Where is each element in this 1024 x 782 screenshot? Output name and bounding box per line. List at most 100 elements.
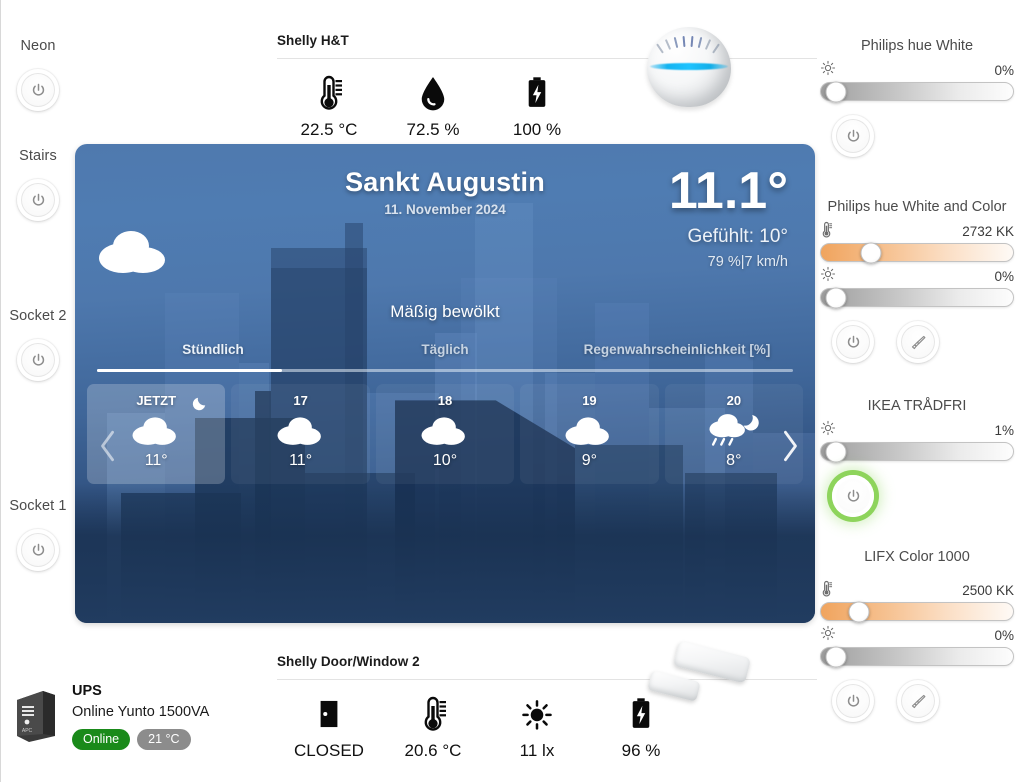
metric-value: 22.5 °C xyxy=(300,120,358,139)
moon-icon xyxy=(192,394,209,416)
metric-value: 100 % xyxy=(512,120,562,139)
status-badge: Online xyxy=(72,729,131,750)
shelly-door-window-panel: Shelly Door/Window 2 CLOSED 20.6 °C 11 l… xyxy=(277,640,817,761)
power-icon xyxy=(32,83,44,96)
light-group-philips-hue-white-and-color: Philips hue White and Color 2732 KK 0% xyxy=(810,198,1024,369)
tab-daily[interactable]: Täglich xyxy=(329,342,561,366)
panel-title: Shelly H&T xyxy=(277,33,349,48)
color-picker-button-lifx-color-1000[interactable] xyxy=(897,680,939,722)
ups-row: APC UPS Online Yunto 1500VA Online 21 °C xyxy=(13,682,263,750)
ups-info: UPS Online Yunto 1500VA Online 21 °C xyxy=(72,682,209,750)
slider-header: 0% xyxy=(820,60,1014,79)
light-group-buttons xyxy=(810,475,1024,523)
hour-label: 20 xyxy=(726,393,742,408)
power-icon xyxy=(847,489,859,502)
color-picker-button-philips-hue-white-and-color[interactable] xyxy=(897,321,939,363)
slider-knob[interactable] xyxy=(825,287,847,308)
metric-temperature: 20.6 °C xyxy=(381,686,485,761)
color-temp-slider[interactable] xyxy=(820,242,1014,263)
color-temp-value: 2732 KK xyxy=(962,224,1014,239)
sidebar-item-socket-1: Socket 1 xyxy=(1,498,75,571)
brightness-slider[interactable] xyxy=(820,441,1014,462)
tab-indicator xyxy=(97,369,793,372)
brightness-value: 0% xyxy=(994,269,1014,284)
sidebar-item-label: Neon xyxy=(20,38,56,54)
brightness-slider[interactable] xyxy=(820,287,1014,308)
sidebar-item-socket-2: Socket 2 xyxy=(1,308,75,381)
device-body xyxy=(647,27,731,107)
power-button-philips-hue-white[interactable] xyxy=(832,115,874,157)
color-temp-slider[interactable] xyxy=(820,601,1014,622)
ups-panel: APC UPS Online Yunto 1500VA Online 21 °C xyxy=(13,682,263,750)
sidebar-item-label: Stairs xyxy=(19,148,57,164)
power-button-ikea-tradfri[interactable] xyxy=(832,475,874,517)
power-button-neon[interactable] xyxy=(17,69,59,111)
light-group-buttons xyxy=(810,680,1024,728)
sun-lux-icon xyxy=(485,686,589,734)
slider-knob[interactable] xyxy=(860,242,882,263)
brightness-slider-block: 1% xyxy=(810,420,1024,462)
power-icon xyxy=(32,193,44,206)
chevron-right-icon[interactable] xyxy=(779,426,801,466)
brightness-slider[interactable] xyxy=(820,646,1014,667)
thermometer-icon xyxy=(277,65,381,113)
power-icon xyxy=(32,353,44,366)
brightness-slider-block: 0% xyxy=(810,60,1024,102)
sidebar-item-stairs: Stairs xyxy=(1,148,75,221)
cloud-icon xyxy=(95,224,181,281)
weather-card: Sankt Augustin 11. November 2024 11.1° G… xyxy=(75,144,815,623)
color-temp-slider-block: 2732 KK xyxy=(810,221,1024,263)
brightness-value: 1% xyxy=(994,423,1014,438)
metric-value: 72.5 % xyxy=(406,120,460,139)
chevron-left-icon[interactable] xyxy=(97,426,119,466)
hour-label: 18 xyxy=(437,393,453,408)
slider-header: 2500 KK xyxy=(820,579,1014,602)
ups-device-icon: APC xyxy=(13,686,59,742)
left-device-sidebar: Neon Stairs Socket 2 Socket 1 xyxy=(1,0,75,680)
power-button-philips-hue-white-and-color[interactable] xyxy=(832,321,874,363)
hour-label: 19 xyxy=(582,393,597,408)
light-group-title: Philips hue White and Color xyxy=(827,199,1007,215)
ups-model: Online Yunto 1500VA xyxy=(72,704,210,720)
metric-illuminance: 11 lx xyxy=(485,686,589,761)
light-group-title: IKEA TRÅDFRI xyxy=(867,398,967,414)
sensor-metrics: 22.5 °C 72.5 % 100 % xyxy=(277,65,817,140)
brightness-slider-block: 0% xyxy=(810,625,1024,667)
brightness-slider-block: 0% xyxy=(810,266,1024,308)
hour-temperature: 11° xyxy=(289,452,313,469)
light-group-title: LIFX Color 1000 xyxy=(864,549,970,565)
door-closed-icon xyxy=(277,686,381,734)
device-led-ring xyxy=(650,63,728,70)
light-group-ikea-tradfri: IKEA TRÅDFRI 1% xyxy=(810,397,1024,523)
cloud-icon xyxy=(520,408,658,452)
slider-knob[interactable] xyxy=(825,81,847,102)
brightness-icon xyxy=(820,420,836,441)
door-window-sensor-icon xyxy=(647,640,752,721)
color-temp-value: 2500 KK xyxy=(962,583,1014,598)
hour-card-18[interactable]: 18 10° xyxy=(375,384,515,484)
tab-rain-probability[interactable]: Regenwahrscheinlichkeit [%] xyxy=(561,342,793,366)
slider-knob[interactable] xyxy=(825,441,847,462)
color-temp-slider-block: 2500 KK xyxy=(810,579,1024,622)
brightness-slider[interactable] xyxy=(820,81,1014,102)
brightness-value: 0% xyxy=(994,628,1014,643)
power-button-socket-2[interactable] xyxy=(17,339,59,381)
light-group-philips-hue-white: Philips hue White 0% xyxy=(810,37,1024,163)
slider-knob[interactable] xyxy=(825,646,847,667)
hour-card-19[interactable]: 19 9° xyxy=(520,384,659,484)
light-group-title: Philips hue White xyxy=(860,38,974,54)
power-button-socket-1[interactable] xyxy=(17,529,59,571)
tab-hourly[interactable]: Stündlich xyxy=(97,342,329,366)
sensor-magnet xyxy=(647,670,701,702)
power-button-stairs[interactable] xyxy=(17,179,59,221)
metric-value: 11 lx xyxy=(519,741,555,760)
metric-door-state: CLOSED xyxy=(277,686,381,761)
paint-brush-icon xyxy=(911,335,925,349)
hour-card-17[interactable]: 17 11° xyxy=(231,384,370,484)
metric-temperature: 22.5 °C xyxy=(277,65,381,140)
slider-knob[interactable] xyxy=(848,601,870,622)
color-temp-icon xyxy=(820,579,833,602)
ups-badges: Online 21 °C xyxy=(72,729,209,750)
power-button-lifx-color-1000[interactable] xyxy=(832,680,874,722)
weather-tabs: Stündlich Täglich Regenwahrscheinlichkei… xyxy=(97,342,793,366)
